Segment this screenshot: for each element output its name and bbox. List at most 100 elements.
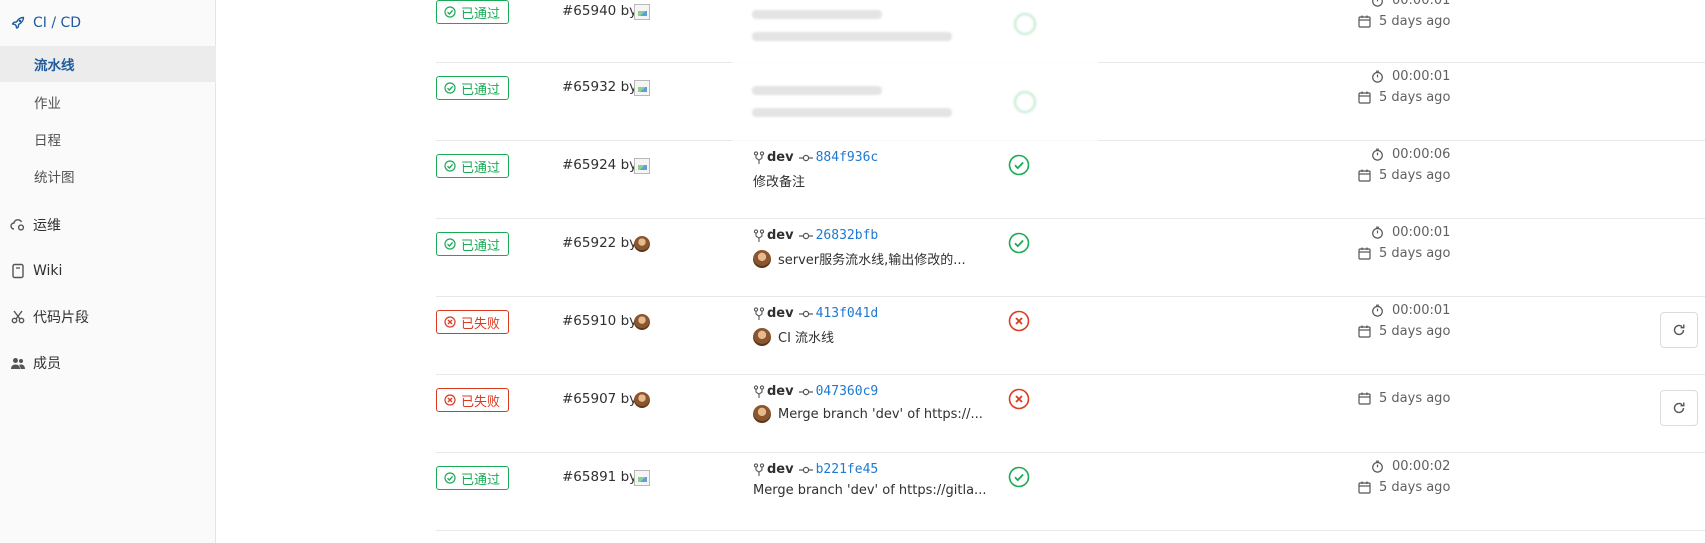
finished-text: 5 days ago bbox=[1379, 14, 1451, 29]
avatar-broken-image[interactable] bbox=[634, 158, 650, 174]
pipeline-id-link[interactable]: #65924 by bbox=[562, 157, 637, 173]
commit-title-text: 修改备注 bbox=[753, 175, 806, 190]
branch-icon bbox=[753, 228, 765, 242]
status-badge[interactable]: 已失败 bbox=[436, 388, 509, 412]
status-success-icon bbox=[444, 238, 456, 250]
branch-name[interactable]: dev bbox=[767, 228, 794, 243]
commit-ref: dev 413f041d bbox=[753, 306, 878, 321]
retry-button[interactable] bbox=[1660, 390, 1698, 426]
stage-passed-icon[interactable] bbox=[1008, 154, 1030, 176]
status-label: 已通过 bbox=[461, 6, 501, 22]
pipeline-id-link[interactable]: #65932 by bbox=[562, 79, 637, 95]
status-label: 已失败 bbox=[461, 394, 501, 410]
commit-title-text: server服务流水线,输出修改的... bbox=[778, 253, 966, 268]
avatar-broken-image[interactable] bbox=[634, 470, 650, 486]
calendar-icon bbox=[1358, 392, 1371, 405]
commit-sha-link[interactable]: 26832bfb bbox=[816, 228, 879, 243]
commit-sha-link[interactable]: 413f041d bbox=[816, 306, 879, 321]
timer-icon bbox=[1372, 148, 1383, 161]
branch-name[interactable]: dev bbox=[767, 384, 794, 399]
finished-time: 5 days ago bbox=[1358, 480, 1450, 495]
avatar[interactable] bbox=[634, 236, 650, 252]
commit-sha-link[interactable]: 884f936c bbox=[816, 150, 879, 165]
avatar[interactable] bbox=[634, 314, 650, 330]
pipeline-id-link[interactable]: #65907 by bbox=[562, 391, 637, 407]
timer-icon bbox=[1372, 460, 1383, 473]
status-badge[interactable]: 已通过 bbox=[436, 76, 509, 100]
finished-time: 5 days ago bbox=[1358, 391, 1450, 406]
pipeline-row: 已通过 #65924 by dev 884f936c 修改备注 00:00:06… bbox=[0, 141, 1705, 219]
status-success-icon bbox=[444, 472, 456, 484]
duration: 00:00:01 bbox=[1371, 303, 1450, 318]
retry-button[interactable] bbox=[1660, 312, 1698, 348]
commit-author-avatar[interactable] bbox=[753, 249, 771, 268]
timer-icon bbox=[1372, 226, 1383, 239]
branch-name[interactable]: dev bbox=[767, 462, 794, 477]
redacted-stage-icon bbox=[1014, 91, 1036, 113]
stage-failed-icon[interactable] bbox=[1008, 310, 1030, 332]
avatar-broken-image[interactable] bbox=[634, 80, 650, 96]
calendar-icon bbox=[1358, 91, 1371, 104]
status-success-icon bbox=[444, 82, 456, 94]
status-badge[interactable]: 已通过 bbox=[436, 0, 509, 24]
commit-author-avatar[interactable] bbox=[753, 327, 771, 346]
duration-text: 00:00:01 bbox=[1392, 225, 1451, 240]
status-badge[interactable]: 已通过 bbox=[436, 232, 509, 256]
commit-ref: dev 884f936c bbox=[753, 150, 878, 165]
commit-ref: dev 047360c9 bbox=[753, 384, 878, 399]
pipeline-row: 已通过 #65891 by dev b221fe45 Merge branch … bbox=[0, 453, 1705, 531]
branch-name[interactable]: dev bbox=[767, 150, 794, 165]
commit-title[interactable]: Merge branch 'dev' of https://... bbox=[753, 405, 983, 423]
calendar-icon bbox=[1358, 247, 1371, 260]
status-label: 已通过 bbox=[461, 160, 501, 176]
duration: 00:00:02 bbox=[1371, 459, 1450, 474]
calendar-icon bbox=[1358, 169, 1371, 182]
pipeline-id-link[interactable]: #65940 by bbox=[562, 3, 637, 19]
timer-icon bbox=[1372, 70, 1383, 83]
branch-icon bbox=[753, 384, 765, 398]
timer-icon bbox=[1372, 0, 1383, 7]
redacted-line bbox=[752, 108, 952, 117]
status-badge[interactable]: 已通过 bbox=[436, 154, 509, 178]
redacted-line bbox=[752, 10, 882, 19]
branch-name[interactable]: dev bbox=[767, 306, 794, 321]
commit-title[interactable]: server服务流水线,输出修改的... bbox=[753, 249, 966, 268]
commit-icon bbox=[798, 232, 813, 239]
commit-title[interactable]: CI 流水线 bbox=[753, 327, 834, 346]
status-success-icon bbox=[444, 160, 456, 172]
avatar-broken-image[interactable] bbox=[634, 4, 650, 20]
finished-text: 5 days ago bbox=[1379, 480, 1451, 495]
status-badge[interactable]: 已失败 bbox=[436, 310, 509, 334]
commit-ref: dev 26832bfb bbox=[753, 228, 878, 243]
pipeline-row: 已失败 #65907 by dev 047360c9 Merge branch … bbox=[0, 375, 1705, 453]
duration: 00:00:01 bbox=[1371, 69, 1450, 84]
stage-passed-icon[interactable] bbox=[1008, 232, 1030, 254]
commit-sha-link[interactable]: b221fe45 bbox=[816, 462, 879, 477]
pipeline-id: #65940 bbox=[562, 3, 617, 19]
calendar-icon bbox=[1358, 325, 1371, 338]
stage-failed-icon[interactable] bbox=[1008, 388, 1030, 410]
duration: 00:00:01 bbox=[1371, 0, 1450, 8]
finished-time: 5 days ago bbox=[1358, 324, 1450, 339]
finished-time: 5 days ago bbox=[1358, 168, 1450, 183]
calendar-icon bbox=[1358, 481, 1371, 494]
status-badge[interactable]: 已通过 bbox=[436, 466, 509, 490]
duration-text: 00:00:06 bbox=[1392, 147, 1451, 162]
redacted-line bbox=[752, 32, 952, 41]
pipeline-id-link[interactable]: #65910 by bbox=[562, 313, 637, 329]
commit-title[interactable]: Merge branch 'dev' of https://gitla... bbox=[753, 483, 986, 498]
avatar[interactable] bbox=[634, 392, 650, 408]
status-success-icon bbox=[444, 6, 456, 18]
calendar-icon bbox=[1358, 15, 1371, 28]
finished-text: 5 days ago bbox=[1379, 168, 1451, 183]
pipeline-id-link[interactable]: #65891 by bbox=[562, 469, 637, 485]
commit-author-avatar[interactable] bbox=[753, 405, 771, 423]
finished-time: 5 days ago bbox=[1358, 246, 1450, 261]
redacted-line bbox=[752, 86, 882, 95]
pipeline-id-link[interactable]: #65922 by bbox=[562, 235, 637, 251]
status-label: 已通过 bbox=[461, 472, 501, 488]
stage-passed-icon[interactable] bbox=[1008, 466, 1030, 488]
commit-sha-link[interactable]: 047360c9 bbox=[816, 384, 879, 399]
commit-title[interactable]: 修改备注 bbox=[753, 171, 805, 190]
finished-text: 5 days ago bbox=[1379, 90, 1451, 105]
